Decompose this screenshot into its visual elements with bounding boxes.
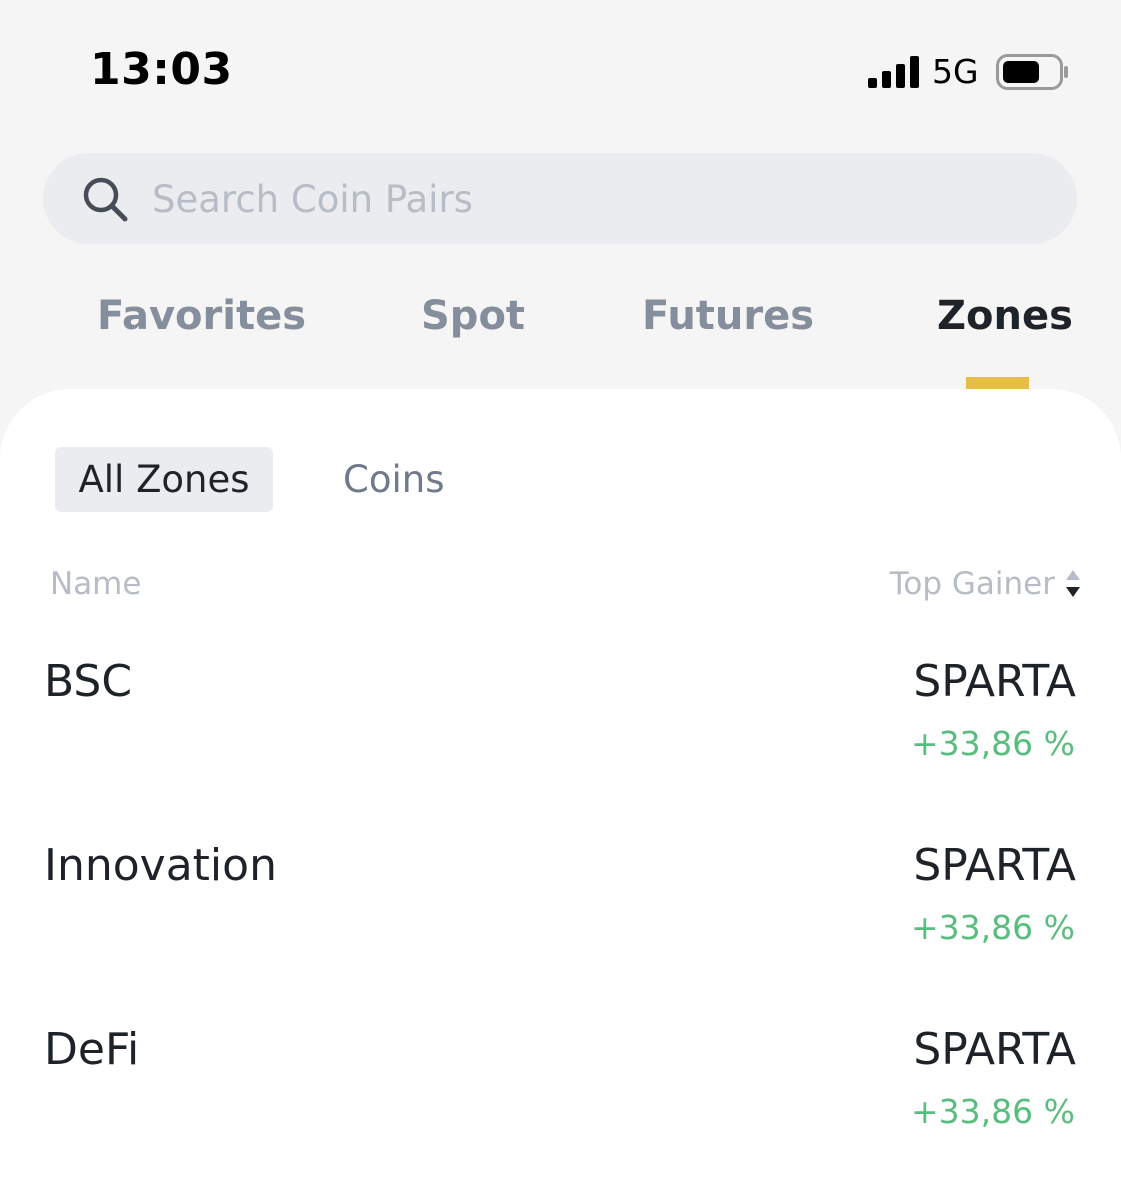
top-gainer-coin: SPARTA <box>913 1024 1076 1075</box>
status-time: 13:03 <box>90 44 233 95</box>
search-icon <box>83 177 128 222</box>
search-input[interactable] <box>152 170 1032 228</box>
sort-icon[interactable] <box>1064 568 1082 600</box>
active-tab-indicator <box>966 377 1029 389</box>
tab-zones[interactable]: Zones <box>937 293 1073 339</box>
subtab-coins[interactable]: Coins <box>343 447 444 512</box>
tab-futures[interactable]: Futures <box>642 293 814 339</box>
zone-row-bsc[interactable]: BSC SPARTA +33,86 % <box>0 628 1121 812</box>
top-gainer-change: +33,86 % <box>911 908 1075 947</box>
top-gainer-coin: SPARTA <box>913 840 1076 891</box>
zone-name: Innovation <box>44 840 277 891</box>
top-gainer-change: +33,86 % <box>911 724 1075 763</box>
subtab-all-zones[interactable]: All Zones <box>55 447 273 512</box>
top-gainer-coin: SPARTA <box>913 656 1076 707</box>
network-label: 5G <box>932 52 979 91</box>
zone-name: BSC <box>44 656 133 707</box>
zone-row-defi[interactable]: DeFi SPARTA +33,86 % <box>0 996 1121 1180</box>
battery-icon <box>996 54 1068 90</box>
column-header-top-gainer[interactable]: Top Gainer <box>890 566 1055 602</box>
top-gainer-change: +33,86 % <box>911 1092 1075 1131</box>
tab-spot[interactable]: Spot <box>421 293 525 339</box>
tab-favorites[interactable]: Favorites <box>97 293 306 339</box>
column-header-name[interactable]: Name <box>50 566 141 602</box>
zone-row-innovation[interactable]: Innovation SPARTA +33,86 % <box>0 812 1121 996</box>
zone-name: DeFi <box>44 1024 140 1075</box>
signal-bars-icon <box>868 56 919 88</box>
status-bar: 13:03 5G <box>0 0 1121 140</box>
